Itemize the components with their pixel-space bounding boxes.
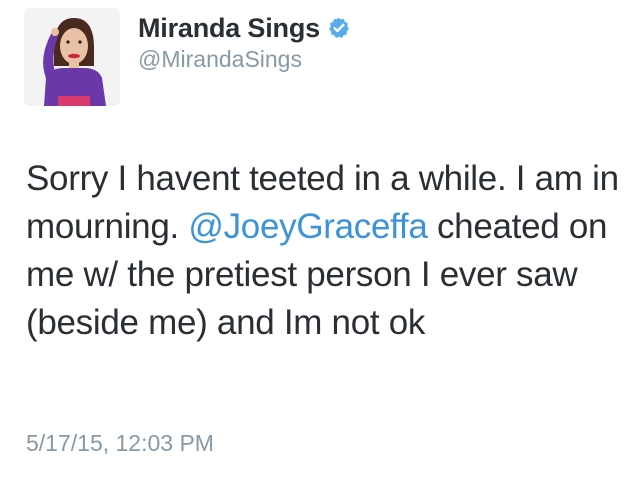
avatar[interactable] [24,8,120,106]
mention-link[interactable]: @JoeyGraceffa [188,207,427,246]
user-handle[interactable]: @MirandaSings [138,46,351,73]
tweet-timestamp[interactable]: 5/17/15, 12:03 PM [26,430,214,457]
verified-badge-icon [327,16,351,40]
display-name[interactable]: Miranda Sings [138,13,320,44]
tweet-card: Miranda Sings @MirandaSings Sorry I have… [0,0,640,487]
tweet-header: Miranda Sings @MirandaSings [138,12,351,73]
name-row: Miranda Sings [138,12,351,44]
tweet-text: Sorry I havent teeted in a while. I am i… [26,155,626,347]
